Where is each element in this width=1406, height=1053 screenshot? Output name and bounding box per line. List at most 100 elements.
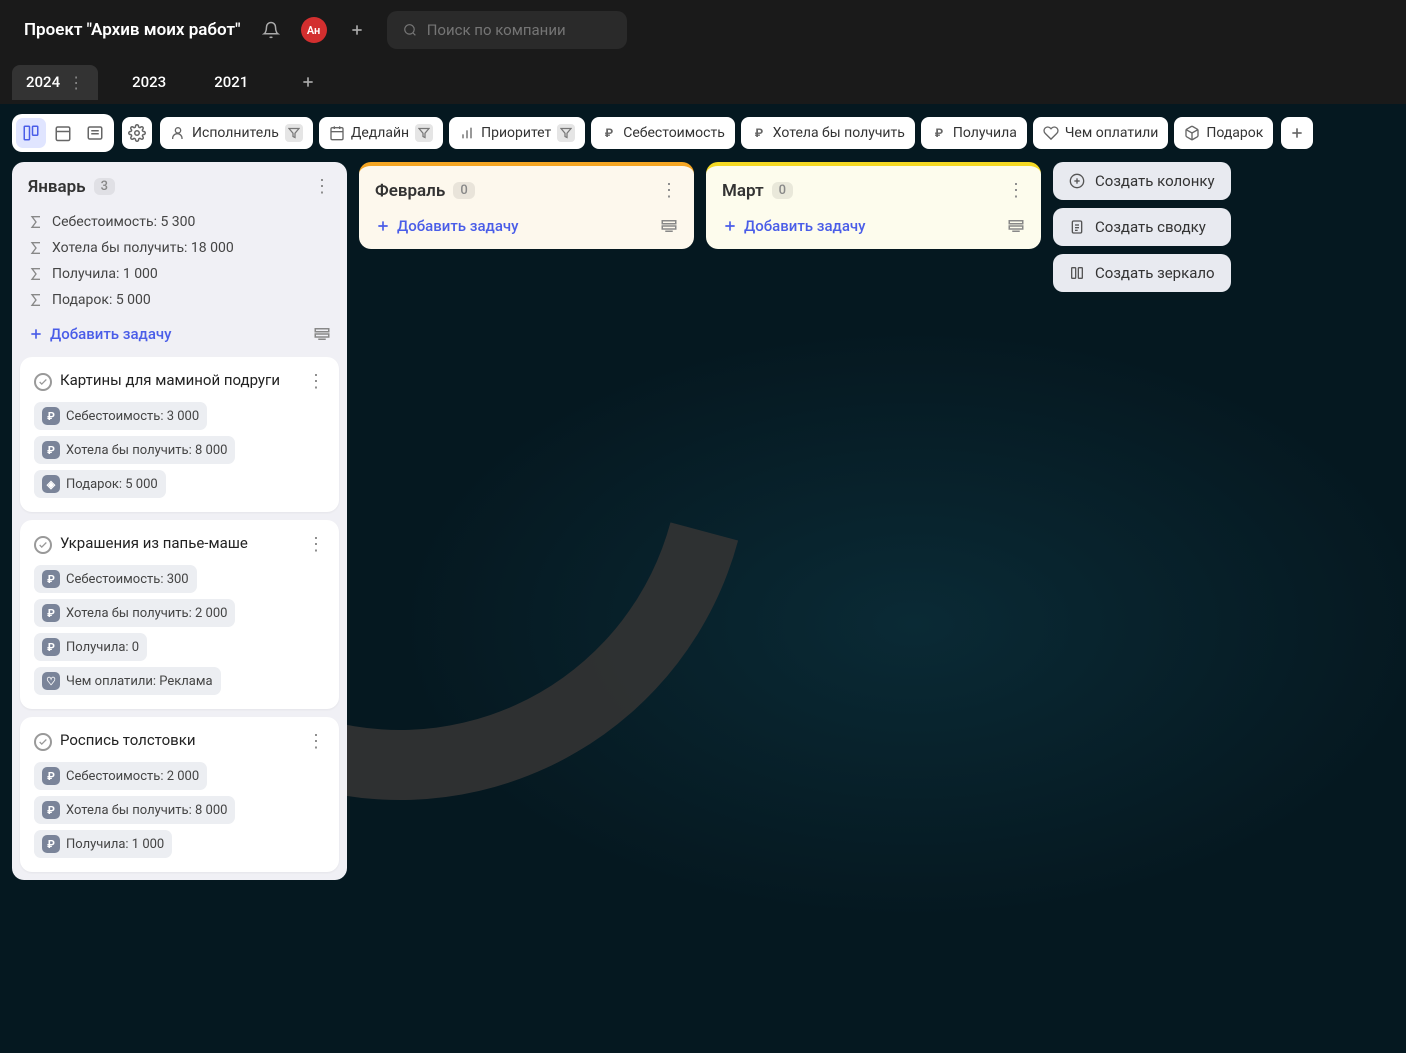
card-tag: ₽ Получила: 0 xyxy=(34,633,147,661)
card-tags: ₽Себестоимость: 300₽Хотела бы получить: … xyxy=(34,565,325,695)
search-box[interactable] xyxy=(387,11,627,49)
tag-label: Себестоимость: 2 000 xyxy=(66,769,199,784)
add-task-row: Добавить задачу xyxy=(359,209,694,249)
ruble-icon: ₽ xyxy=(42,604,60,622)
filter-chip[interactable]: Приоритет xyxy=(449,117,585,149)
card[interactable]: Украшения из папье-маше ⋮ ₽Себестоимость… xyxy=(20,520,339,709)
column-title: Январь xyxy=(28,177,86,197)
card[interactable]: Картины для маминой подруги ⋮ ₽Себестоим… xyxy=(20,357,339,512)
column-more-icon[interactable]: ⋮ xyxy=(1007,180,1025,201)
view-list-icon[interactable] xyxy=(80,118,110,148)
heart-icon xyxy=(1043,125,1059,141)
column-count: 3 xyxy=(94,178,115,195)
filter-label: Подарок xyxy=(1206,125,1263,141)
ruble-icon: ₽ xyxy=(42,407,60,425)
side-action-label: Создать сводку xyxy=(1095,218,1206,236)
add-icon[interactable] xyxy=(343,16,371,44)
view-calendar-icon[interactable] xyxy=(48,118,78,148)
summary-toggle-icon[interactable] xyxy=(660,217,678,235)
ruble-icon: ₽ xyxy=(42,767,60,785)
tab-label: 2023 xyxy=(132,73,166,91)
add-task-row: Добавить задачу xyxy=(706,209,1041,249)
card-header: Украшения из папье-маше ⋮ xyxy=(34,534,325,555)
filter-chip[interactable]: ₽ Себестоимость xyxy=(591,117,735,149)
tag-label: Хотела бы получить: 8 000 xyxy=(66,443,227,458)
side-action-button[interactable]: Создать зеркало xyxy=(1053,254,1231,292)
heart-icon: ♡ xyxy=(42,672,60,690)
summary-toggle-icon[interactable] xyxy=(313,325,331,343)
card-title: Украшения из папье-маше xyxy=(60,534,248,552)
filter-funnel-icon[interactable] xyxy=(415,124,433,142)
card[interactable]: Роспись толстовки ⋮ ₽Себестоимость: 2 00… xyxy=(20,717,339,872)
card-tag: ♡Чем оплатили: Реклама xyxy=(34,667,221,695)
column: Январь 3 ⋮ Себестоимость: 5 300Хотела бы… xyxy=(12,162,347,880)
add-task-button[interactable]: Добавить задачу xyxy=(375,217,519,235)
tab-label: 2021 xyxy=(214,73,248,91)
tab-label: 2024 xyxy=(26,73,60,91)
ruble-icon: ₽ xyxy=(42,638,60,656)
filter-label: Исполнитель xyxy=(192,125,279,141)
card-more-icon[interactable]: ⋮ xyxy=(307,371,325,392)
tag-label: Подарок: 5 000 xyxy=(66,477,158,492)
ruble-icon: ₽ xyxy=(42,441,60,459)
filter-chip[interactable]: Дедлайн xyxy=(319,117,443,149)
ruble-icon: ₽ xyxy=(931,125,947,141)
ruble-icon: ₽ xyxy=(42,801,60,819)
column-count: 0 xyxy=(772,182,793,199)
column-title: Февраль xyxy=(375,181,445,201)
column-title: Март xyxy=(722,181,764,201)
check-circle-icon[interactable] xyxy=(34,373,52,391)
filter-chip[interactable]: ₽Получила xyxy=(921,117,1027,149)
filter-chip[interactable]: Подарок xyxy=(1174,117,1273,149)
card-more-icon[interactable]: ⋮ xyxy=(307,534,325,555)
add-filter-button[interactable] xyxy=(1281,117,1313,149)
check-circle-icon[interactable] xyxy=(34,733,52,751)
board: Январь 3 ⋮ Себестоимость: 5 300Хотела бы… xyxy=(0,162,1406,880)
ruble-icon: ₽ xyxy=(751,125,767,141)
card-tag: ◈ Подарок: 5 000 xyxy=(34,470,166,498)
card-more-icon[interactable]: ⋮ xyxy=(307,731,325,752)
summary-row: Хотела бы получить: 18 000 xyxy=(28,235,331,261)
column-more-icon[interactable]: ⋮ xyxy=(660,180,678,201)
sigma-icon xyxy=(28,240,44,256)
column-header: Февраль 0 ⋮ xyxy=(359,166,694,209)
sigma-icon xyxy=(28,266,44,282)
side-action-button[interactable]: Создать колонку xyxy=(1053,162,1231,200)
filter-label: Себестоимость xyxy=(623,125,725,141)
ruble-icon: ₽ xyxy=(601,125,617,141)
tabs-row: 2024 ⋮ 2023 2021 xyxy=(0,60,1406,104)
card-tags: ₽Себестоимость: 3 000₽Хотела бы получить… xyxy=(34,402,325,498)
add-task-button[interactable]: Добавить задачу xyxy=(28,325,172,343)
notifications-icon[interactable] xyxy=(257,16,285,44)
filter-chip[interactable]: Исполнитель xyxy=(160,117,313,149)
tab-2023[interactable]: 2023 xyxy=(118,65,180,99)
tab-more-icon[interactable]: ⋮ xyxy=(68,73,84,92)
mirror-icon xyxy=(1069,265,1085,281)
sigma-icon xyxy=(28,214,44,230)
tab-2021[interactable]: 2021 xyxy=(200,65,262,99)
card-title: Картины для маминой подруги xyxy=(60,371,280,389)
tab-2024[interactable]: 2024 ⋮ xyxy=(12,65,98,100)
project-title: Проект "Архив моих работ" xyxy=(24,20,241,40)
search-input[interactable] xyxy=(427,21,611,39)
filter-funnel-icon[interactable] xyxy=(285,124,303,142)
column: Февраль 0 ⋮ Добавить задачу xyxy=(359,162,694,249)
header: Проект "Архив моих работ" Ан xyxy=(0,0,1406,60)
card-tag: ₽ Себестоимость: 2 000 xyxy=(34,762,207,790)
summary-toggle-icon[interactable] xyxy=(1007,217,1025,235)
add-task-button[interactable]: Добавить задачу xyxy=(722,217,866,235)
filter-chip[interactable]: Чем оплатили xyxy=(1033,117,1169,149)
cube-icon: ◈ xyxy=(42,475,60,493)
side-action-button[interactable]: Создать сводку xyxy=(1053,208,1231,246)
add-tab-icon[interactable] xyxy=(294,68,322,96)
view-board-icon[interactable] xyxy=(16,118,46,148)
column-title-wrap: Январь 3 xyxy=(28,177,115,197)
settings-chip[interactable] xyxy=(122,117,152,149)
check-circle-icon[interactable] xyxy=(34,536,52,554)
filter-chip[interactable]: ₽Хотела бы получить xyxy=(741,117,915,149)
ruble-icon: ₽ xyxy=(42,570,60,588)
column-more-icon[interactable]: ⋮ xyxy=(313,176,331,197)
avatar[interactable]: Ан xyxy=(301,17,327,43)
filter-funnel-icon[interactable] xyxy=(557,124,575,142)
tag-label: Получила: 0 xyxy=(66,640,139,655)
